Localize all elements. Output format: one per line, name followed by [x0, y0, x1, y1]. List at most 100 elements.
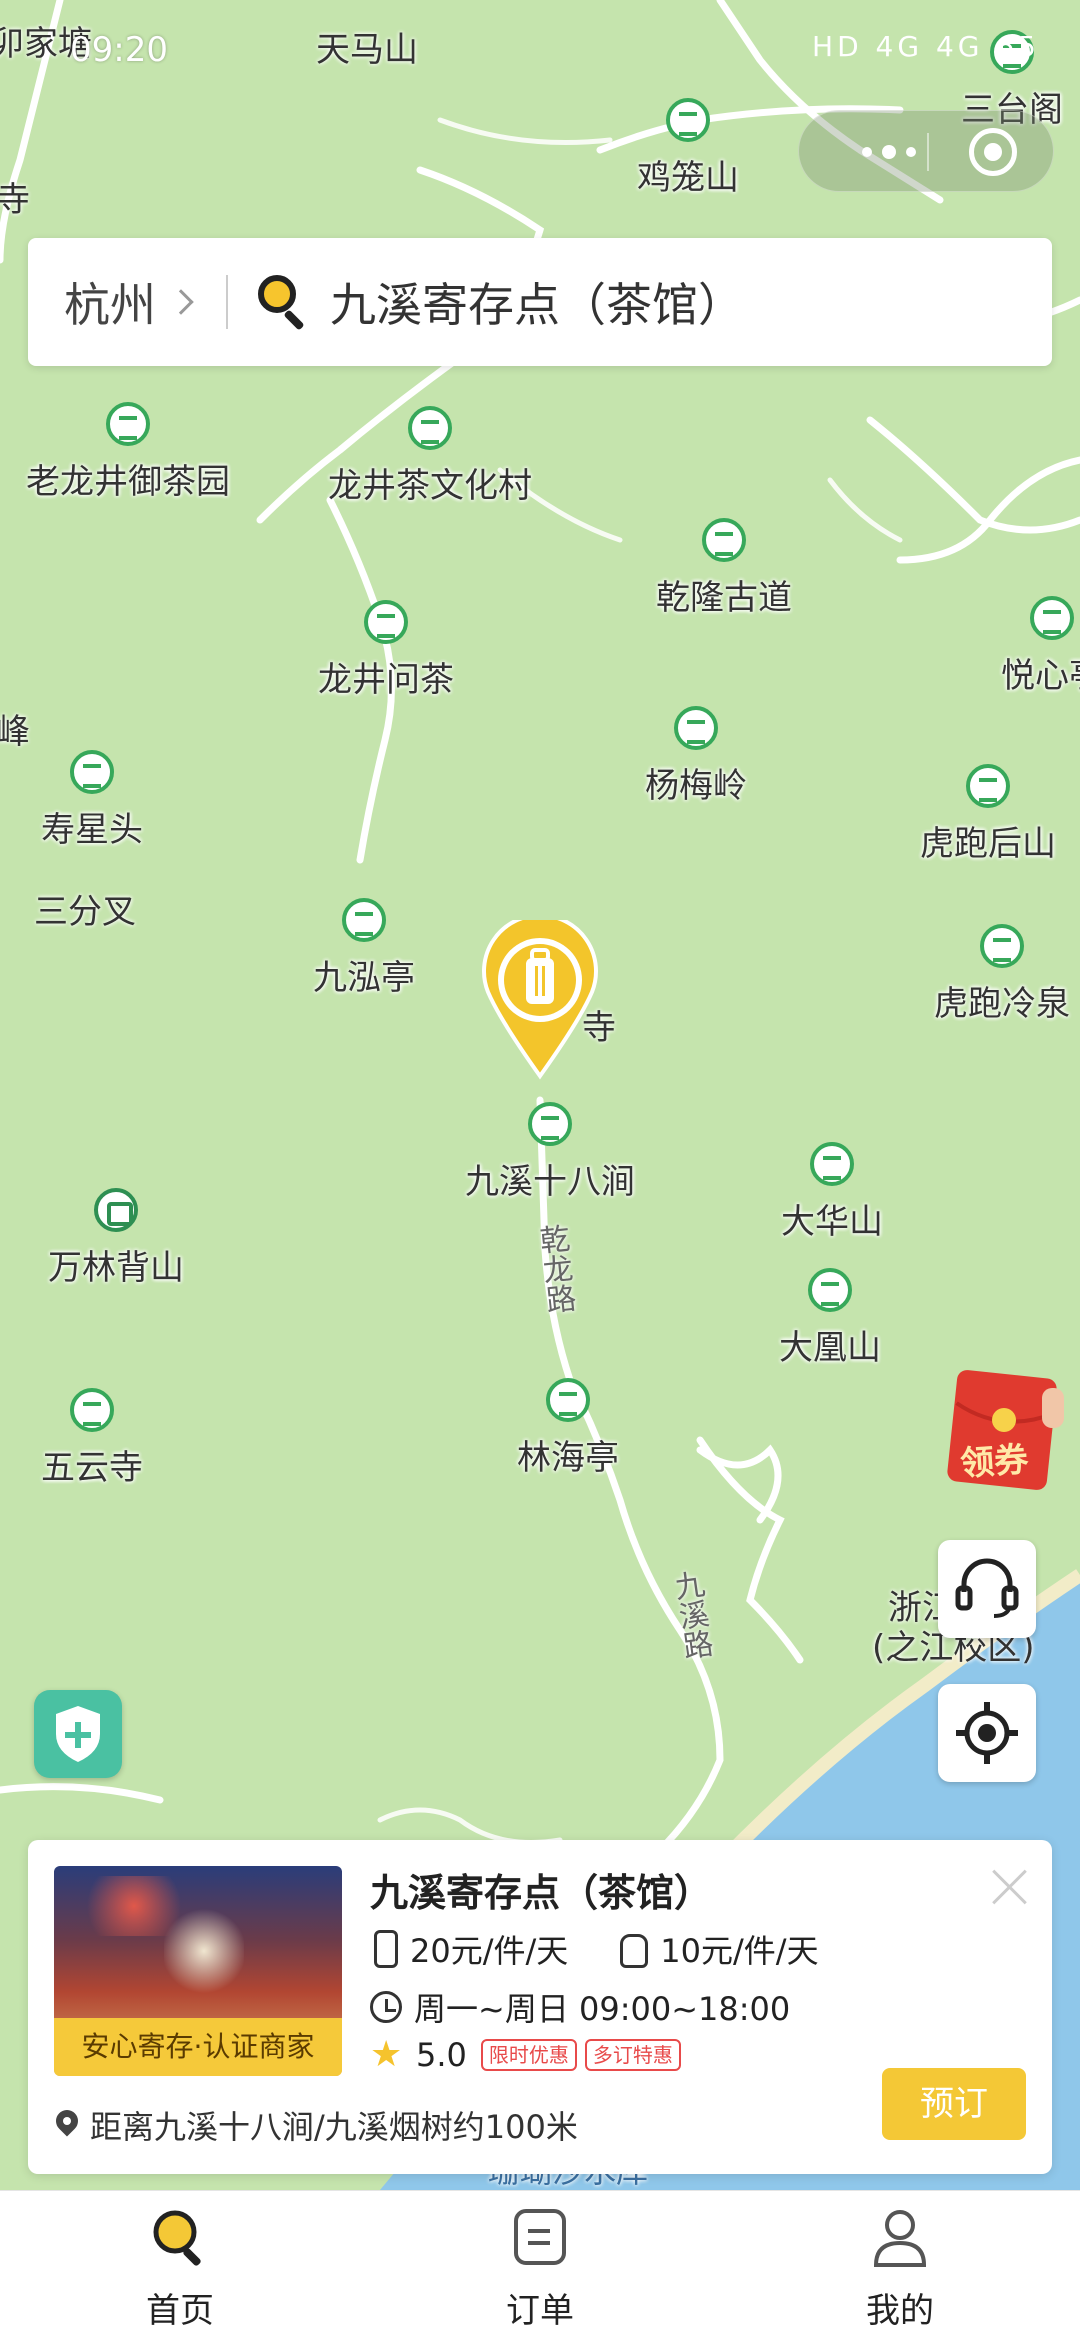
scenic-icon [70, 750, 114, 794]
scenic-icon [810, 1142, 854, 1186]
storage-info-card[interactable]: 安心寄存·认证商家 九溪寄存点（茶馆） 20元/件/天 10元/件/天 周一~周… [28, 1840, 1052, 2174]
promo-tag: 多订特惠 [584, 2039, 681, 2071]
poi-linhaiting[interactable]: 林海亭 [517, 1378, 619, 1479]
price-luggage: 20元/件/天 [410, 1932, 569, 1970]
poi-label: 虎跑后山 [920, 824, 1056, 864]
scenic-icon [408, 406, 452, 450]
scenic-icon [1030, 596, 1074, 640]
poi-label: 九泓亭 [313, 958, 415, 998]
close-card-button[interactable] [988, 1864, 1032, 1908]
poi-dahuangshan[interactable]: 大凰山 [779, 1268, 881, 1369]
search-icon [258, 275, 308, 331]
poi-yuexin[interactable]: 悦心亭 [1001, 596, 1080, 697]
status-indicators: HD 4G 4G 65 [812, 30, 1040, 63]
certified-badge: 安心寄存·认证商家 [54, 2018, 342, 2076]
promo-tag: 限时优惠 [480, 2039, 577, 2071]
scenic-icon [106, 402, 150, 446]
poi-label: 五云寺 [41, 1448, 143, 1488]
poi-label: 鸡笼山 [637, 158, 739, 198]
poi-label: 杨梅岭 [645, 766, 747, 806]
poi-shouxingtou[interactable]: 寿星头 [41, 750, 143, 851]
road-label-qianlonglu: 乾龙路 [532, 1222, 577, 1316]
poi-dahuashan[interactable]: 大华山 [781, 1142, 883, 1243]
dot-icon [882, 145, 896, 159]
poi-label: 龙井茶文化村 [328, 466, 532, 506]
tab-home[interactable]: 首页 [100, 2205, 260, 2332]
poi-wuyunsi[interactable]: 五云寺 [41, 1388, 143, 1489]
storage-pin-marker[interactable] [480, 920, 600, 1080]
clock-icon [370, 1991, 402, 2023]
poi-longjingchawenhua[interactable]: 龙井茶文化村 [328, 406, 532, 507]
poi-jilongshan[interactable]: 鸡笼山 [637, 98, 739, 199]
poi-hupaolengquan[interactable]: 虎跑冷泉 [934, 924, 1070, 1025]
search-icon [153, 2210, 201, 2266]
scenic-icon [342, 898, 386, 942]
tab-label: 我的 [866, 2291, 934, 2331]
tab-label: 订单 [506, 2291, 574, 2331]
rating-row: ★ 5.0 限时优惠 多订特惠 [370, 2036, 681, 2074]
poi-jiuhongting[interactable]: 九泓亭 [313, 898, 415, 999]
map-label-si: 寺 [0, 180, 30, 220]
poi-label: 寿星头 [41, 810, 143, 850]
bottom-tab-bar: 首页 订单 我的 [0, 2190, 1080, 2340]
poi-label: 悦心亭 [1001, 656, 1080, 696]
poi-label: 龙井问茶 [318, 660, 454, 700]
poi-yangmeiling[interactable]: 杨梅岭 [645, 706, 747, 807]
customer-service-button[interactable] [938, 1540, 1036, 1638]
more-menu-button[interactable] [839, 111, 939, 193]
poi-label: 老龙井御茶园 [26, 462, 230, 502]
scenic-icon [528, 1102, 572, 1146]
storage-title: 九溪寄存点（茶馆） [370, 1871, 713, 1915]
price-row: 20元/件/天 10元/件/天 [370, 1926, 819, 1972]
location-pin-icon [56, 2110, 78, 2140]
miniprogram-capsule [798, 110, 1054, 192]
backpack-icon [620, 1934, 649, 1968]
close-miniprogram-button[interactable] [969, 128, 1017, 176]
search-divider [226, 275, 228, 329]
dot-icon [862, 147, 872, 157]
scenic-icon [70, 1388, 114, 1432]
hours-row: 周一~周日 09:00~18:00 [370, 1984, 790, 2030]
poi-laolongjing[interactable]: 老龙井御茶园 [26, 402, 230, 503]
scenic-icon [364, 600, 408, 644]
tab-profile[interactable]: 我的 [820, 2205, 980, 2332]
locate-me-button[interactable] [938, 1684, 1036, 1782]
search-bar: 杭州 九溪寄存点（茶馆） [28, 238, 1052, 366]
poi-hupaohoushan[interactable]: 虎跑后山 [920, 764, 1056, 865]
poi-label: 虎跑冷泉 [934, 984, 1070, 1024]
search-input[interactable]: 九溪寄存点（茶馆） [330, 269, 744, 335]
safety-shield-button[interactable] [34, 1690, 122, 1778]
dot-icon [906, 147, 916, 157]
poi-longjingwencha[interactable]: 龙井问茶 [318, 600, 454, 701]
shield-plus-icon [56, 1706, 100, 1762]
rating-value: 5.0 [416, 2036, 467, 2074]
distance-text: 距离九溪十八涧/九溪烟树约100米 [90, 2108, 578, 2146]
poi-label: 万林背山 [48, 1248, 184, 1288]
capsule-divider [927, 133, 929, 171]
poi-wanlinbeishan[interactable]: 万林背山 [48, 1188, 184, 1289]
scenic-icon [966, 764, 1010, 808]
scenic-icon [980, 924, 1024, 968]
headset-icon [955, 1558, 1019, 1618]
tab-orders[interactable]: 订单 [460, 2205, 620, 2332]
tab-label: 首页 [146, 2291, 214, 2331]
star-icon: ★ [370, 2034, 403, 2075]
luggage-icon [374, 1930, 398, 1968]
order-list-icon [514, 2209, 566, 2265]
price-bag: 10元/件/天 [660, 1932, 819, 1970]
poi-label: 乾隆古道 [656, 578, 792, 618]
map-label-feng: 峰 [0, 712, 30, 752]
city-selector[interactable]: 杭州 [64, 269, 156, 335]
coupon-red-packet[interactable]: 领券 [946, 1368, 1064, 1492]
distance-row: 距离九溪十八涧/九溪烟树约100米 [56, 2102, 578, 2148]
scenic-icon [674, 706, 718, 750]
poi-label: 九溪十八涧 [465, 1162, 635, 1202]
chevron-right-icon [168, 289, 194, 315]
book-button[interactable]: 预订 [882, 2068, 1026, 2140]
poi-qianlonggudao[interactable]: 乾隆古道 [656, 518, 792, 619]
poi-jiuxi18jian[interactable]: 九溪十八涧 [465, 1102, 635, 1203]
scenic-icon [546, 1378, 590, 1422]
map-label-sanfencha: 三分叉 [34, 892, 136, 932]
scenic-icon [702, 518, 746, 562]
storage-photo: 安心寄存·认证商家 [54, 1866, 342, 2076]
